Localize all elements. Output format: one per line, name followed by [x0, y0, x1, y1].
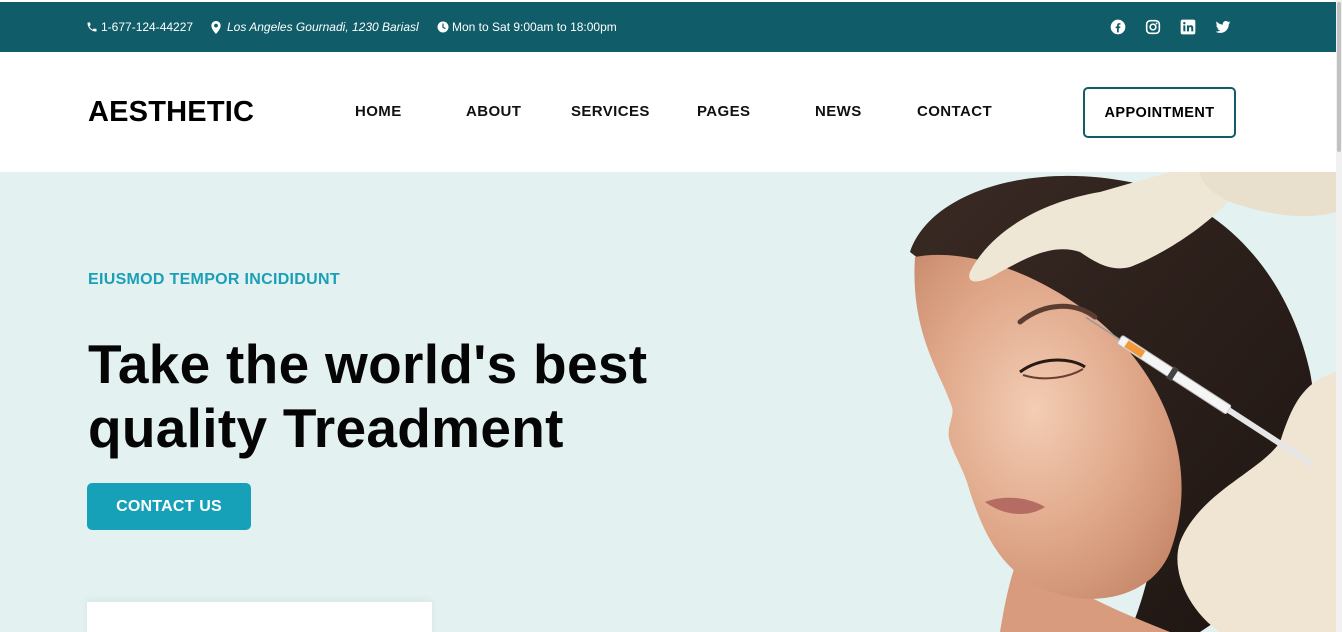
- main-header: AESTHETIC HOME ABOUT SERVICES PAGES NEWS…: [0, 52, 1336, 172]
- location-pin-icon: [211, 20, 221, 34]
- hero-subtitle: EIUSMOD TEMPOR INCIDIDUNT: [88, 271, 340, 288]
- nav-pages[interactable]: PAGES: [697, 52, 750, 172]
- hours-text: Mon to Sat 9:00am to 18:00pm: [452, 20, 617, 34]
- address-text: Los Angeles Gournadi, 1230 Bariasl: [227, 20, 419, 34]
- hero-title-line-1: Take the world's best: [88, 333, 648, 395]
- instagram-icon[interactable]: [1145, 19, 1161, 35]
- nav-services[interactable]: SERVICES: [571, 52, 649, 172]
- contact-address: Los Angeles Gournadi, 1230 Bariasl: [211, 2, 419, 52]
- hero-info-card: [87, 602, 432, 632]
- nav-news[interactable]: NEWS: [815, 52, 861, 172]
- clock-icon: [437, 21, 449, 33]
- opening-hours: Mon to Sat 9:00am to 18:00pm: [437, 2, 617, 52]
- social-links: [1110, 2, 1231, 52]
- top-info-bar: 1-677-124-44227 Los Angeles Gournadi, 12…: [0, 2, 1336, 52]
- twitter-icon[interactable]: [1215, 19, 1231, 35]
- nav-home[interactable]: HOME: [355, 52, 401, 172]
- nav-about[interactable]: ABOUT: [466, 52, 521, 172]
- facebook-icon[interactable]: [1110, 19, 1126, 35]
- page-scrollbar-thumb[interactable]: [1337, 2, 1341, 152]
- site-logo[interactable]: AESTHETIC: [88, 52, 254, 172]
- phone-icon: [87, 22, 97, 32]
- linkedin-icon[interactable]: [1180, 19, 1196, 35]
- hero-treatment-image: [910, 172, 1336, 632]
- hero-section: EIUSMOD TEMPOR INCIDIDUNT Take the world…: [0, 172, 1336, 632]
- appointment-button[interactable]: APPOINTMENT: [1083, 87, 1236, 138]
- phone-text: 1-677-124-44227: [101, 20, 194, 34]
- hero-title-line-2: quality Treadment: [88, 397, 564, 459]
- contact-phone[interactable]: 1-677-124-44227: [86, 2, 193, 52]
- contact-us-button[interactable]: CONTACT US: [87, 483, 251, 530]
- nav-contact[interactable]: CONTACT: [917, 52, 992, 172]
- hero-title: Take the world's best quality Treadment: [88, 332, 728, 460]
